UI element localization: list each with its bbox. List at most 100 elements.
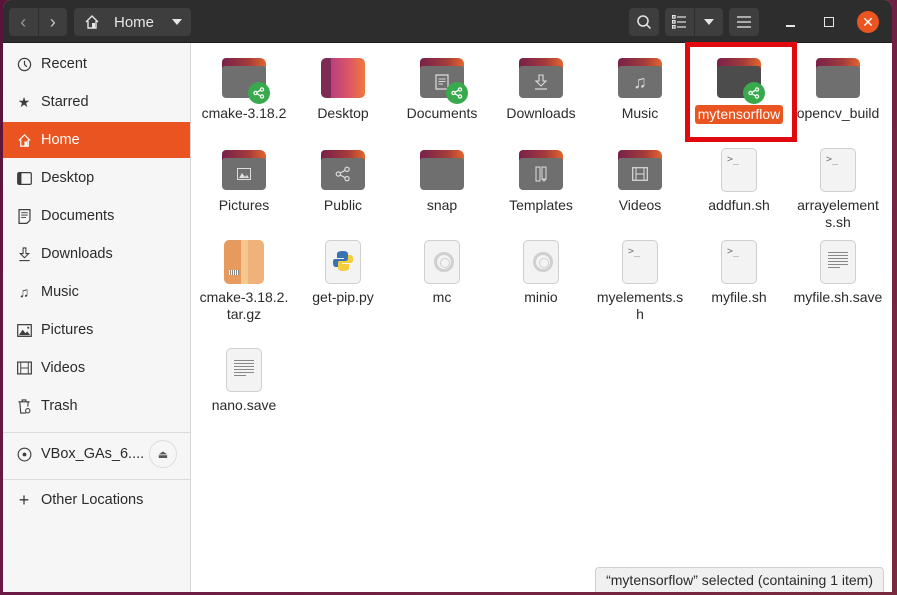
sidebar-separator (3, 479, 190, 480)
back-button[interactable]: ‹ (9, 8, 38, 36)
share-badge-icon (248, 82, 270, 104)
videos-icon (16, 360, 32, 376)
clock-icon (16, 56, 32, 72)
executable-icon (418, 238, 466, 286)
executable-icon (517, 238, 565, 286)
status-text: “mytensorflow” selected (containing 1 it… (606, 572, 873, 588)
sidebar-item-pictures[interactable]: Pictures (3, 312, 190, 348)
eject-button[interactable]: ⏏ (149, 440, 177, 468)
sidebar-item-other-locations[interactable]: + Other Locations (3, 482, 190, 518)
file-item[interactable]: ♫ Music (592, 48, 688, 122)
share-badge-icon (446, 82, 468, 104)
file-name: myfile.sh.save (793, 289, 883, 305)
path-bar-home-button[interactable]: Home (74, 8, 191, 36)
file-name: opencv_build (796, 105, 880, 121)
download-icon (16, 246, 32, 262)
sidebar-item-label: Trash (41, 398, 78, 414)
search-icon (637, 15, 652, 30)
sidebar-item-desktop[interactable]: Desktop (3, 160, 190, 196)
file-item[interactable]: mytensorflow (691, 48, 787, 124)
file-name: Downloads (506, 105, 576, 121)
downloads-folder-icon (517, 54, 565, 102)
sidebar-item-music[interactable]: ♫ Music (3, 274, 190, 310)
disc-icon (16, 446, 32, 462)
public-folder-icon (319, 146, 367, 194)
folder-icon (814, 54, 862, 102)
file-item[interactable]: >_ myfile.sh (691, 232, 787, 306)
file-item[interactable]: minio (493, 232, 589, 306)
file-name: Documents (406, 105, 478, 121)
file-manager-window: ‹ › Home ✕ Recent ★ Starred Home Desktop… (3, 0, 892, 592)
file-item[interactable]: Public (295, 140, 391, 214)
text-file-icon (220, 346, 268, 394)
sidebar-item-starred[interactable]: ★ Starred (3, 84, 190, 120)
file-item[interactable]: Documents (394, 48, 490, 122)
file-name: cmake-3.18.2 (201, 105, 287, 121)
desktop-icon (16, 170, 32, 186)
sidebar-item-trash[interactable]: Trash (3, 388, 190, 424)
desktop-folder-icon (319, 54, 367, 102)
file-item[interactable]: >_ myelements.sh (592, 232, 688, 323)
list-view-button[interactable] (665, 8, 694, 36)
file-item[interactable]: Downloads (493, 48, 589, 122)
main-menu-button[interactable] (729, 8, 759, 36)
file-name: addfun.sh (708, 197, 770, 213)
shell-script-icon: >_ (814, 146, 862, 194)
sidebar-item-label: Other Locations (41, 492, 144, 508)
sidebar-item-device[interactable]: VBox_GAs_6.... ⏏ (3, 436, 190, 472)
file-item[interactable]: myfile.sh.save (790, 232, 886, 306)
sidebar-item-label: Videos (41, 360, 86, 376)
status-bar: “mytensorflow” selected (containing 1 it… (595, 567, 884, 592)
navigation-buttons: ‹ › (9, 8, 67, 36)
forward-button[interactable]: › (37, 8, 68, 36)
file-item[interactable]: mc (394, 232, 490, 306)
file-item[interactable]: Videos (592, 140, 688, 214)
hamburger-menu-icon (737, 16, 751, 28)
file-item[interactable]: nano.save (196, 340, 292, 414)
file-name: minio (524, 289, 558, 305)
chevron-right-icon: › (49, 11, 56, 32)
file-name: Music (621, 105, 659, 121)
sidebar-item-documents[interactable]: Documents (3, 198, 190, 234)
sidebar-item-label: Pictures (41, 322, 94, 338)
header-bar: ‹ › Home ✕ (3, 0, 892, 43)
file-item[interactable]: opencv_build (790, 48, 886, 122)
caret-down-icon (703, 19, 714, 25)
sidebar-item-home[interactable]: Home (3, 122, 190, 158)
star-icon: ★ (17, 93, 31, 110)
caret-down-icon (172, 19, 182, 25)
trash-icon (16, 398, 32, 414)
sidebar-item-downloads[interactable]: Downloads (3, 236, 190, 272)
file-item[interactable]: get-pip.py (295, 232, 391, 306)
sidebar-item-recent[interactable]: Recent (3, 46, 190, 82)
file-item[interactable]: >_ addfun.sh (691, 140, 787, 214)
sidebar-item-label: Music (41, 284, 79, 300)
file-item[interactable]: cmake-3.18.2 (196, 48, 292, 122)
folder-icon (418, 146, 466, 194)
home-icon (85, 15, 99, 29)
file-name: arrayelements.sh (797, 197, 879, 230)
sidebar-item-videos[interactable]: Videos (3, 350, 190, 386)
file-name: snap (426, 197, 458, 213)
shared-folder-icon (220, 54, 270, 104)
file-item[interactable]: snap (394, 140, 490, 214)
pictures-icon (16, 322, 32, 338)
view-buttons (665, 8, 723, 36)
file-name: myelements.sh (596, 289, 684, 322)
file-item[interactable]: cmake-3.18.2.tar.gz (196, 232, 292, 323)
file-item[interactable]: Desktop (295, 48, 391, 122)
eject-icon: ⏏ (157, 448, 169, 461)
file-item[interactable]: Pictures (196, 140, 292, 214)
file-name: mc (432, 289, 452, 305)
close-button[interactable]: ✕ (856, 10, 880, 34)
text-file-icon (814, 238, 862, 286)
file-item[interactable]: >_ arrayelements.sh (790, 140, 886, 231)
maximize-button[interactable] (817, 10, 841, 34)
minimize-button[interactable] (778, 10, 802, 34)
file-name: nano.save (211, 397, 277, 413)
search-button[interactable] (629, 8, 659, 36)
view-options-button[interactable] (693, 8, 724, 36)
file-name: Pictures (218, 197, 270, 213)
sidebar-item-label: Recent (41, 56, 87, 72)
file-item[interactable]: Templates (493, 140, 589, 214)
